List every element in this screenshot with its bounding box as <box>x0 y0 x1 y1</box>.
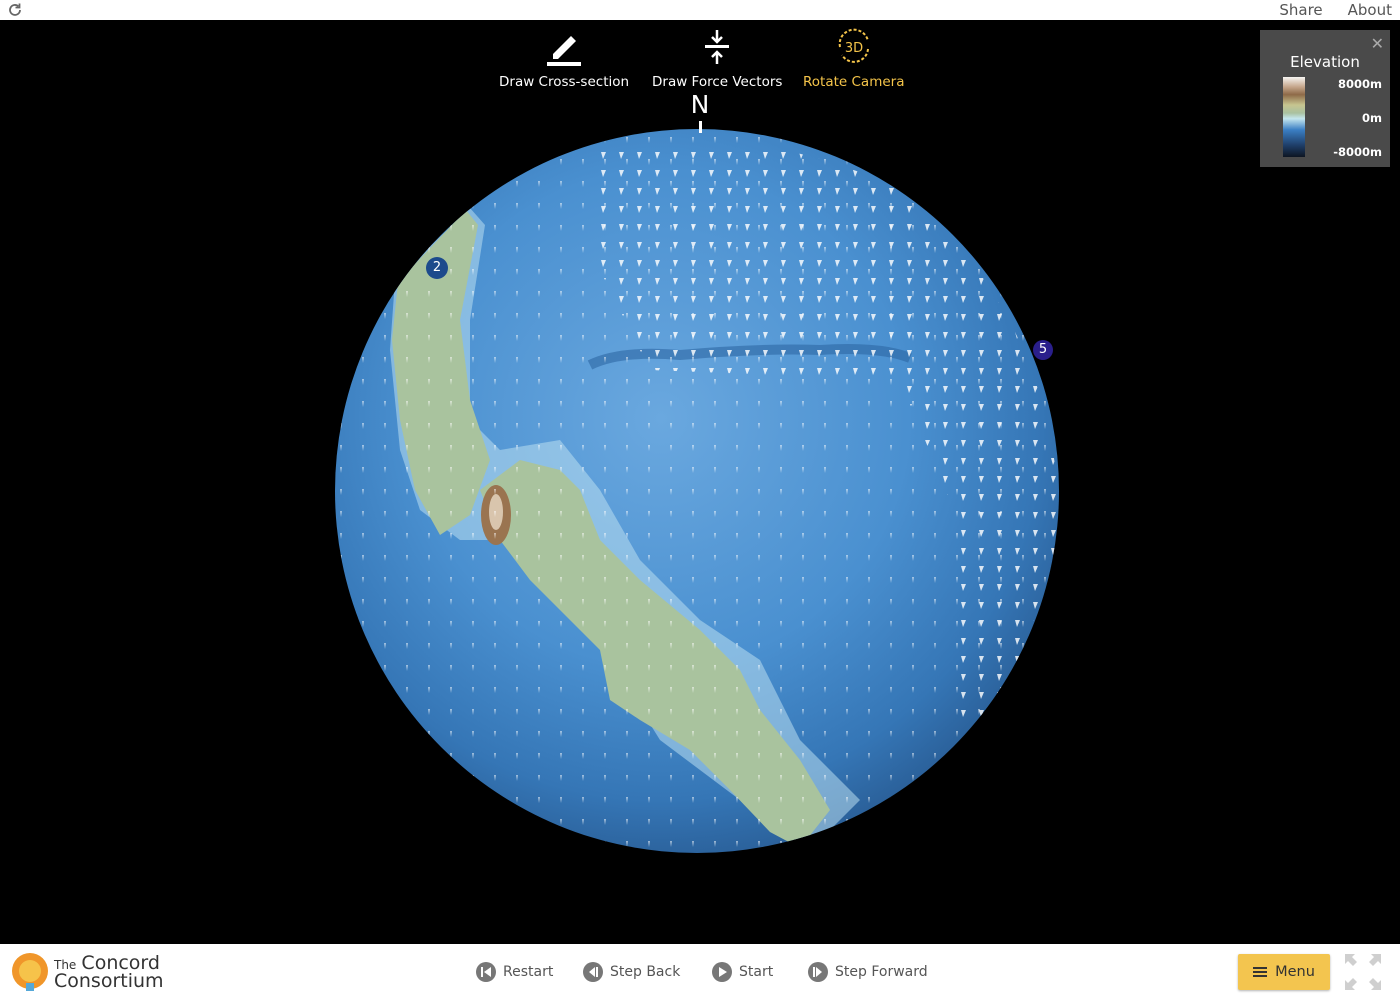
lightbulb-logo-icon <box>12 953 48 991</box>
elevation-color-bar <box>1283 77 1305 157</box>
start-label: Start <box>739 964 774 980</box>
restart-button[interactable]: Restart <box>476 962 553 982</box>
legend-title: Elevation <box>1290 53 1360 71</box>
tool-label: Rotate Camera <box>803 74 905 90</box>
legend-tick-max: 8000m <box>1338 77 1382 91</box>
bottom-bar: The Concord Consortium Restart Step Back… <box>0 944 1400 1000</box>
menu-label: Menu <box>1275 964 1315 980</box>
step-back-button[interactable]: Step Back <box>583 962 680 982</box>
step-forward-label: Step Forward <box>835 964 928 980</box>
globe-canvas[interactable] <box>0 20 1400 944</box>
step-back-label: Step Back <box>610 964 681 980</box>
step-forward-button[interactable]: Step Forward <box>808 962 928 982</box>
north-indicator: N <box>690 90 710 119</box>
about-link[interactable]: About <box>1348 0 1392 20</box>
concord-logo[interactable]: The Concord Consortium <box>10 949 165 995</box>
hamburger-icon <box>1253 967 1268 977</box>
legend-tick-min: -8000m <box>1333 145 1382 159</box>
logo-text: The Concord Consortium <box>54 952 164 992</box>
elevation-legend: ✕ Elevation 8000m 0m -8000m <box>1260 30 1390 167</box>
reload-icon[interactable] <box>6 1 24 19</box>
top-links: Share About <box>1279 0 1392 20</box>
close-icon[interactable]: ✕ <box>1371 34 1384 53</box>
draw-force-vectors-button[interactable]: Draw Force Vectors <box>652 24 782 90</box>
plate-marker-5[interactable]: 5 <box>1033 340 1053 360</box>
rotate-3d-text: 3D <box>845 41 863 56</box>
restart-icon <box>476 962 496 982</box>
fullscreen-icon[interactable] <box>1344 953 1382 991</box>
menu-button[interactable]: Menu <box>1238 954 1330 990</box>
play-icon <box>712 962 732 982</box>
force-vectors-icon <box>705 30 730 64</box>
tool-label: Draw Cross-section <box>499 74 630 90</box>
step-back-icon <box>583 962 603 982</box>
restart-label: Restart <box>503 964 554 980</box>
globe-view[interactable]: Draw Cross-section Draw Force Vectors 3D… <box>0 20 1400 944</box>
pencil-icon <box>547 36 582 66</box>
share-link[interactable]: Share <box>1279 0 1322 20</box>
rotate-camera-button[interactable]: 3D Rotate Camera <box>803 24 904 90</box>
rotate-3d-icon: 3D <box>838 28 869 63</box>
step-forward-icon <box>808 962 828 982</box>
start-button[interactable]: Start <box>712 962 773 982</box>
top-bar: Share About <box>0 0 1400 20</box>
plate-marker-2[interactable]: 2 <box>426 257 448 279</box>
north-tick <box>699 121 702 133</box>
tool-label: Draw Force Vectors <box>652 74 783 90</box>
legend-tick-zero: 0m <box>1362 111 1382 125</box>
draw-cross-section-button[interactable]: Draw Cross-section <box>499 24 629 90</box>
